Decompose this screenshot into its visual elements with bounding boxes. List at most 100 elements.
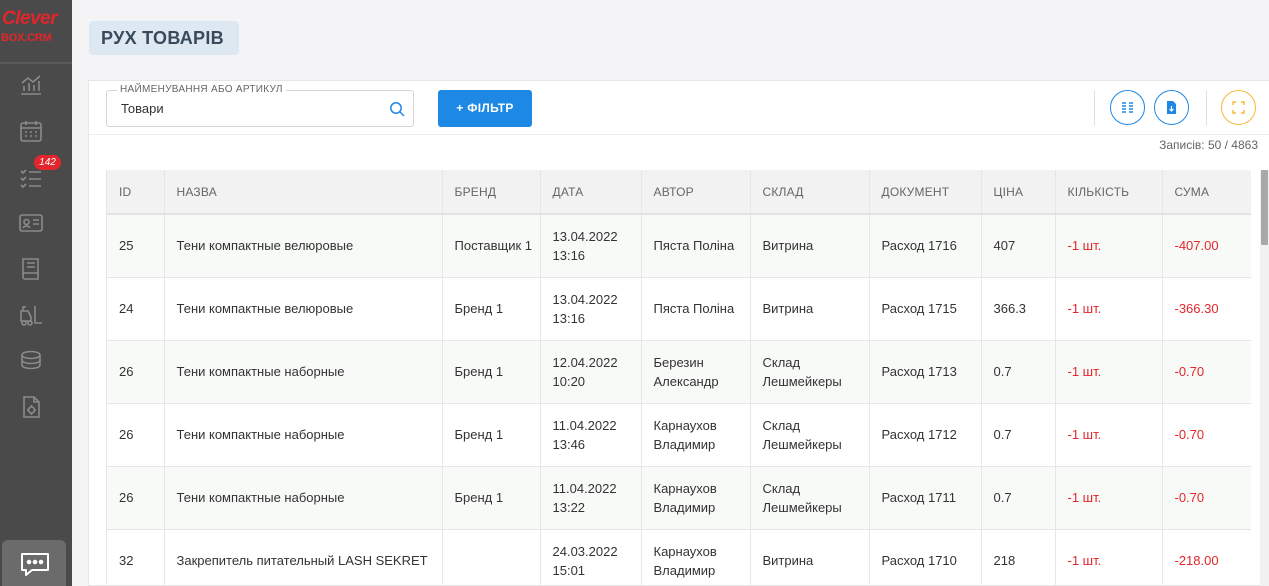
cell-price: 407 bbox=[981, 214, 1056, 278]
cell-date-day: 13.04.2022 bbox=[552, 228, 618, 244]
cell-brand: Бренд 1 bbox=[442, 403, 541, 467]
table-row[interactable]: 26 Тени компактные наборные Бренд 1 12.0… bbox=[107, 340, 1251, 404]
table-row[interactable]: 26 Тени компактные наборные Бренд 1 11.0… bbox=[107, 466, 1251, 530]
table-row[interactable]: 26 Тени компактные наборные Бренд 1 11.0… bbox=[107, 403, 1251, 467]
column-header-id[interactable]: ID bbox=[107, 170, 165, 215]
fullscreen-button[interactable] bbox=[1221, 90, 1256, 125]
cell-author: Пяста Поліна bbox=[641, 214, 751, 278]
cell-quantity: -1 шт. bbox=[1055, 340, 1163, 404]
cell-name: Тени компактные велюровые bbox=[164, 277, 443, 341]
search-field[interactable]: НАЙМЕНУВАННЯ АБО АРТИКУЛ bbox=[106, 84, 414, 127]
goods-movement-table: ID НАЗВА БРЕНД ДАТА АВТОР СКЛАД ДОКУМЕНТ… bbox=[106, 170, 1251, 586]
cell-sum: -0.70 bbox=[1162, 403, 1251, 467]
coins-icon[interactable] bbox=[18, 348, 44, 374]
cell-date-day: 11.04.2022 bbox=[552, 417, 617, 433]
chat-icon bbox=[21, 553, 49, 576]
cell-author: Карнаухов Владимир bbox=[641, 403, 751, 467]
cell-sum: -407.00 bbox=[1162, 214, 1251, 278]
cell-brand: Поставщик 1 bbox=[442, 214, 541, 278]
column-header-author[interactable]: АВТОР bbox=[641, 170, 751, 215]
column-header-quantity[interactable]: КІЛЬКІСТЬ bbox=[1055, 170, 1163, 215]
column-header-brand[interactable]: БРЕНД bbox=[442, 170, 541, 215]
table-row[interactable]: 24 Тени компактные велюровые Бренд 1 13.… bbox=[107, 277, 1251, 341]
table-row[interactable]: 32 Закрепитель питательный LASH SEKRET 2… bbox=[107, 529, 1251, 586]
toolbar-divider bbox=[1206, 90, 1207, 126]
export-button[interactable] bbox=[1154, 90, 1189, 125]
cell-price: 0.7 bbox=[981, 403, 1056, 467]
table-row[interactable]: 25 Тени компактные велюровые Поставщик 1… bbox=[107, 214, 1251, 278]
cell-author: Карнаухов Владимир bbox=[641, 529, 751, 586]
cell-id: 26 bbox=[107, 340, 165, 404]
cell-quantity: -1 шт. bbox=[1055, 403, 1163, 467]
cell-warehouse: Витрина bbox=[750, 529, 870, 586]
cell-warehouse: Витрина bbox=[750, 277, 870, 341]
logo-text-sub: BOX.CRM bbox=[1, 32, 52, 44]
add-filter-button[interactable]: + ФІЛЬТР bbox=[438, 90, 532, 127]
cell-brand: Бренд 1 bbox=[442, 340, 541, 404]
cell-author: Березин Александр bbox=[641, 340, 751, 404]
column-header-sum[interactable]: СУМА bbox=[1162, 170, 1251, 215]
cell-date: 13.04.2022 13:16 bbox=[540, 277, 642, 341]
calendar-icon[interactable] bbox=[18, 118, 44, 144]
table-header-row: ID НАЗВА БРЕНД ДАТА АВТОР СКЛАД ДОКУМЕНТ… bbox=[107, 170, 1251, 215]
cell-author: Пяста Поліна bbox=[641, 277, 751, 341]
cell-author: Карнаухов Владимир bbox=[641, 466, 751, 530]
sidebar-divider bbox=[0, 62, 72, 64]
table-scrollbar-thumb[interactable] bbox=[1261, 170, 1268, 245]
cell-date-time: 13:22 bbox=[552, 499, 586, 515]
cell-document[interactable]: Расход 1712 bbox=[869, 403, 982, 467]
contacts-card-icon[interactable] bbox=[18, 210, 44, 236]
document-settings-icon[interactable] bbox=[18, 394, 44, 420]
cell-price: 218 bbox=[981, 529, 1056, 586]
column-header-name[interactable]: НАЗВА bbox=[164, 170, 443, 215]
cell-quantity: -1 шт. bbox=[1055, 466, 1163, 530]
cell-warehouse: Склад Лешмейкеры bbox=[750, 466, 870, 530]
cell-document[interactable]: Расход 1711 bbox=[869, 466, 982, 530]
sidebar: Clever BOX.CRM 142 bbox=[0, 0, 72, 586]
fullscreen-icon bbox=[1232, 101, 1245, 114]
cell-brand: Бренд 1 bbox=[442, 277, 541, 341]
cell-sum: -366.30 bbox=[1162, 277, 1251, 341]
records-count: Записів: 50 / 4863 bbox=[1159, 138, 1258, 152]
analytics-icon[interactable] bbox=[18, 72, 44, 98]
cell-date: 12.04.2022 10:20 bbox=[540, 340, 642, 404]
column-header-date[interactable]: ДАТА bbox=[540, 170, 642, 215]
cell-date-time: 13:16 bbox=[552, 310, 586, 326]
cell-date-day: 24.03.2022 bbox=[552, 543, 618, 559]
download-file-icon bbox=[1167, 101, 1176, 114]
column-header-warehouse[interactable]: СКЛАД bbox=[750, 170, 870, 215]
cell-brand bbox=[442, 529, 541, 586]
cell-date-time: 13:16 bbox=[552, 247, 586, 263]
cell-warehouse: Склад Лешмейкеры bbox=[750, 403, 870, 467]
cell-date-time: 15:01 bbox=[552, 562, 586, 578]
cell-sum: -218.00 bbox=[1162, 529, 1251, 586]
cell-date-day: 11.04.2022 bbox=[552, 480, 617, 496]
forklift-icon[interactable] bbox=[18, 302, 44, 328]
column-header-document[interactable]: ДОКУМЕНТ bbox=[869, 170, 982, 215]
search-icon[interactable] bbox=[389, 101, 405, 117]
cell-date: 11.04.2022 13:22 bbox=[540, 466, 642, 530]
cell-document[interactable]: Расход 1713 bbox=[869, 340, 982, 404]
page-title: РУХ ТОВАРІВ bbox=[89, 21, 239, 55]
cell-name: Тени компактные наборные bbox=[164, 340, 443, 404]
cell-brand: Бренд 1 bbox=[442, 466, 541, 530]
cell-date-time: 13:46 bbox=[552, 436, 586, 452]
app-logo[interactable]: Clever BOX.CRM bbox=[0, 0, 72, 62]
cell-id: 32 bbox=[107, 529, 165, 586]
goods-movement-card: НАЙМЕНУВАННЯ АБО АРТИКУЛ + ФІЛЬТР Записі… bbox=[88, 80, 1269, 586]
cell-document[interactable]: Расход 1715 bbox=[869, 277, 982, 341]
cell-id: 26 bbox=[107, 466, 165, 530]
cell-quantity: -1 шт. bbox=[1055, 529, 1163, 586]
cell-date: 24.03.2022 15:01 bbox=[540, 529, 642, 586]
cell-document[interactable]: Расход 1710 bbox=[869, 529, 982, 586]
cell-document[interactable]: Расход 1716 bbox=[869, 214, 982, 278]
search-input[interactable] bbox=[121, 101, 371, 116]
columns-button[interactable] bbox=[1110, 90, 1145, 125]
cell-warehouse: Склад Лешмейкеры bbox=[750, 340, 870, 404]
column-header-price[interactable]: ЦІНА bbox=[981, 170, 1056, 215]
cell-id: 24 bbox=[107, 277, 165, 341]
chat-button[interactable] bbox=[2, 540, 66, 586]
cell-quantity: -1 шт. bbox=[1055, 214, 1163, 278]
toolbar-divider bbox=[1094, 90, 1095, 126]
catalog-book-icon[interactable] bbox=[18, 256, 44, 282]
